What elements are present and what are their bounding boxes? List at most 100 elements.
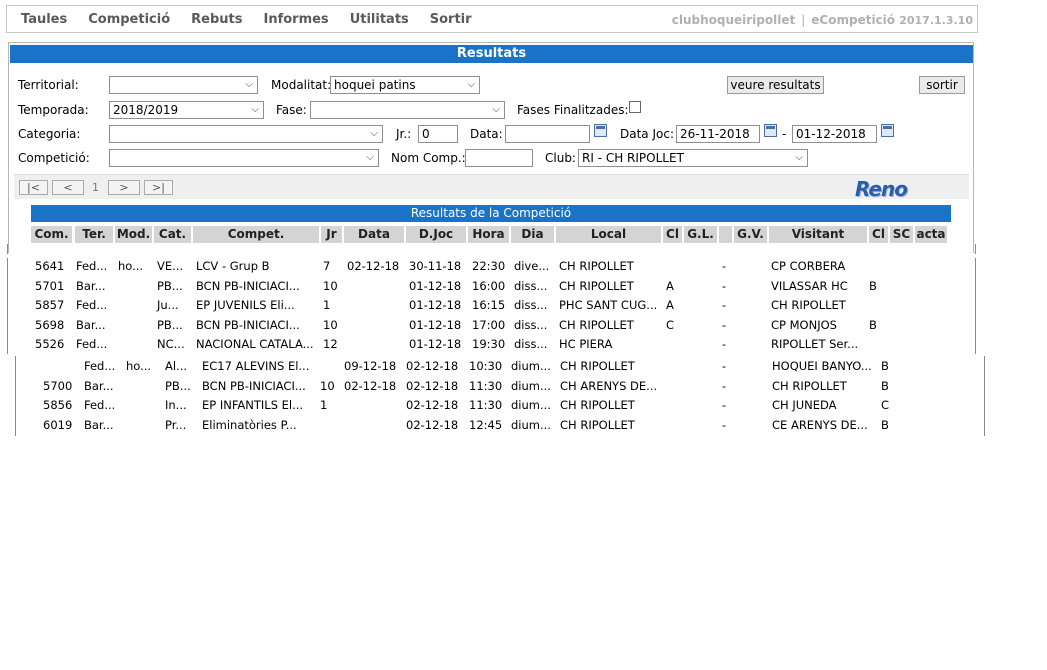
table-row[interactable]: Fed... ho... Al... EC17 ALEVINS El... 09-12-… — [0, 357, 1000, 376]
column-header[interactable]: Cl — [663, 226, 682, 243]
table-cell: Ju... — [157, 298, 179, 312]
table-cell: CH RIPOLLET — [560, 398, 635, 412]
column-header[interactable]: G.L. — [684, 226, 717, 243]
prev-page-button[interactable]: < — [52, 180, 84, 195]
menu-item-rebuts[interactable]: Rebuts — [191, 12, 242, 27]
table-cell: HC PIERA — [559, 337, 613, 351]
club-select[interactable]: RI - CH RIPOLLET ⌵ — [578, 149, 808, 167]
column-header[interactable]: Data — [344, 226, 404, 243]
table-cell: CH RIPOLLET — [560, 417, 635, 432]
column-header[interactable]: Jr — [321, 226, 342, 243]
table-cell: BCN PB-INICIACI... — [196, 278, 300, 293]
table-row[interactable]: 5700 Bar... PB... BCN PB-INICIACI... 10 02-12… — [0, 377, 1000, 396]
table-cell: 11:30 — [469, 398, 503, 412]
table-cell: Bar... — [76, 317, 106, 332]
table-cell: EP JUVENILS Eli... — [196, 298, 295, 312]
menu-item-competició[interactable]: Competició — [88, 12, 170, 27]
table-row[interactable]: 5701 Bar... PB... BCN PB-INICIACI... 10 01-12… — [0, 277, 1000, 296]
table-cell: B — [881, 378, 889, 393]
page-number: 1 — [92, 181, 99, 194]
table-row[interactable]: 5641 Fed... ho... VE... LCV - Grup B 7 02-12-1… — [0, 257, 1000, 276]
table-cell: PB... — [157, 317, 183, 332]
column-header[interactable]: Cat. — [154, 226, 191, 243]
menu-item-utilitats[interactable]: Utilitats — [350, 12, 409, 27]
table-row[interactable]: 5857 Fed... Ju... EP JUVENILS Eli... 1 01-12-… — [0, 296, 1000, 315]
table-cell: 5641 — [35, 259, 65, 273]
table-cell: 02-12-18 — [406, 417, 459, 432]
table-cell: A — [666, 298, 674, 312]
table-cell: Bar... — [84, 417, 114, 432]
column-header[interactable]: Visitant — [769, 226, 867, 243]
column-header[interactable]: D.Joc — [406, 226, 466, 243]
table-cell: 5526 — [35, 337, 65, 351]
table-cell: CP MONJOS — [771, 317, 837, 332]
column-header[interactable] — [719, 226, 732, 243]
table-cell: dium... — [511, 417, 551, 432]
table-cell: 16:15 — [472, 298, 506, 312]
table-cell: 1 — [323, 298, 331, 312]
temporada-label: Temporada: — [18, 103, 89, 117]
calendar-icon[interactable] — [881, 124, 894, 137]
menu-item-taules[interactable]: Taules — [21, 12, 67, 27]
jr-input[interactable]: 0 — [418, 125, 458, 143]
calendar-icon[interactable] — [594, 124, 607, 137]
table-cell: 01-12-18 — [409, 317, 462, 332]
table-cell: 10:30 — [469, 359, 503, 373]
column-header[interactable]: Cl — [869, 226, 888, 243]
table-cell: EC17 ALEVINS El... — [202, 359, 310, 373]
fases-finalitzades-checkbox[interactable] — [629, 101, 641, 113]
competicio-select[interactable]: ⌵ — [109, 149, 379, 167]
table-cell: 19:30 — [472, 337, 506, 351]
table-cell: - — [722, 317, 727, 332]
table-cell: 02-12-18 — [347, 259, 400, 273]
fase-select[interactable]: ⌵ — [310, 101, 505, 119]
data-label: Data: — [470, 127, 503, 141]
temporada-value: 2018/2019 — [113, 103, 179, 117]
sortir-button[interactable]: sortir — [919, 76, 965, 94]
table-cell: 12 — [323, 337, 338, 351]
column-header[interactable]: Ter. — [75, 226, 113, 243]
table-cell: CE ARENYS DE... — [772, 417, 868, 432]
nom-comp-input[interactable] — [465, 149, 533, 167]
data-joc-from-input[interactable]: 26-11-2018 — [676, 125, 760, 143]
table-cell: 10 — [323, 278, 338, 293]
panel-title: Resultats — [10, 45, 973, 63]
column-header[interactable]: Com. — [31, 226, 72, 243]
table-cell: - — [722, 378, 727, 393]
column-header[interactable]: acta — [915, 226, 947, 243]
menu-item-sortir[interactable]: Sortir — [430, 12, 472, 27]
table-cell: dium... — [511, 378, 551, 393]
calendar-icon[interactable] — [764, 124, 777, 137]
last-page-button[interactable]: >| — [144, 180, 173, 195]
table-cell: dive... — [514, 259, 550, 273]
column-header[interactable]: Dia — [511, 226, 554, 243]
table-row[interactable]: 5698 Bar... PB... BCN PB-INICIACI... 10 01-12… — [0, 316, 1000, 335]
table-row[interactable]: 5856 Fed... In... EP INFANTILS El... 1 02-12-… — [0, 396, 1000, 415]
table-cell: B — [881, 359, 889, 373]
first-page-button[interactable]: |< — [19, 180, 48, 195]
column-header[interactable]: Hora — [468, 226, 509, 243]
table-cell: 02-12-18 — [344, 378, 397, 393]
table-row[interactable]: 6019 Bar... Pr... Eliminatòries P... 02-12-1… — [0, 416, 1000, 435]
column-header[interactable]: SC — [890, 226, 913, 243]
column-header[interactable]: G.V. — [734, 226, 767, 243]
categoria-select[interactable]: ⌵ — [109, 125, 383, 143]
temporada-select[interactable]: 2018/2019 ⌵ — [109, 101, 264, 119]
data-joc-to-input[interactable]: 01-12-2018 — [792, 125, 877, 143]
table-cell: 7 — [323, 259, 331, 273]
table-cell: C — [666, 317, 675, 332]
column-header[interactable]: Mod. — [115, 226, 152, 243]
modalitat-select[interactable]: hoquei patins ⌵ — [330, 76, 480, 94]
column-header[interactable]: Local — [556, 226, 661, 243]
table-row[interactable]: 5526 Fed... NC... NACIONAL CATALA... 12 01-12… — [0, 335, 1000, 354]
menu-item-informes[interactable]: Informes — [263, 12, 328, 27]
table-cell: Pr... — [165, 417, 187, 432]
column-header[interactable]: Compet. — [193, 226, 319, 243]
next-page-button[interactable]: > — [108, 180, 140, 195]
territorial-select[interactable]: ⌵ — [109, 76, 258, 94]
table-cell: CH RIPOLLET — [559, 278, 634, 293]
table-cell: PHC SANT CUG... — [559, 298, 658, 312]
table-cell: B — [869, 278, 877, 293]
data-input[interactable] — [505, 125, 590, 143]
veure-resultats-button[interactable]: veure resultats — [727, 76, 824, 94]
